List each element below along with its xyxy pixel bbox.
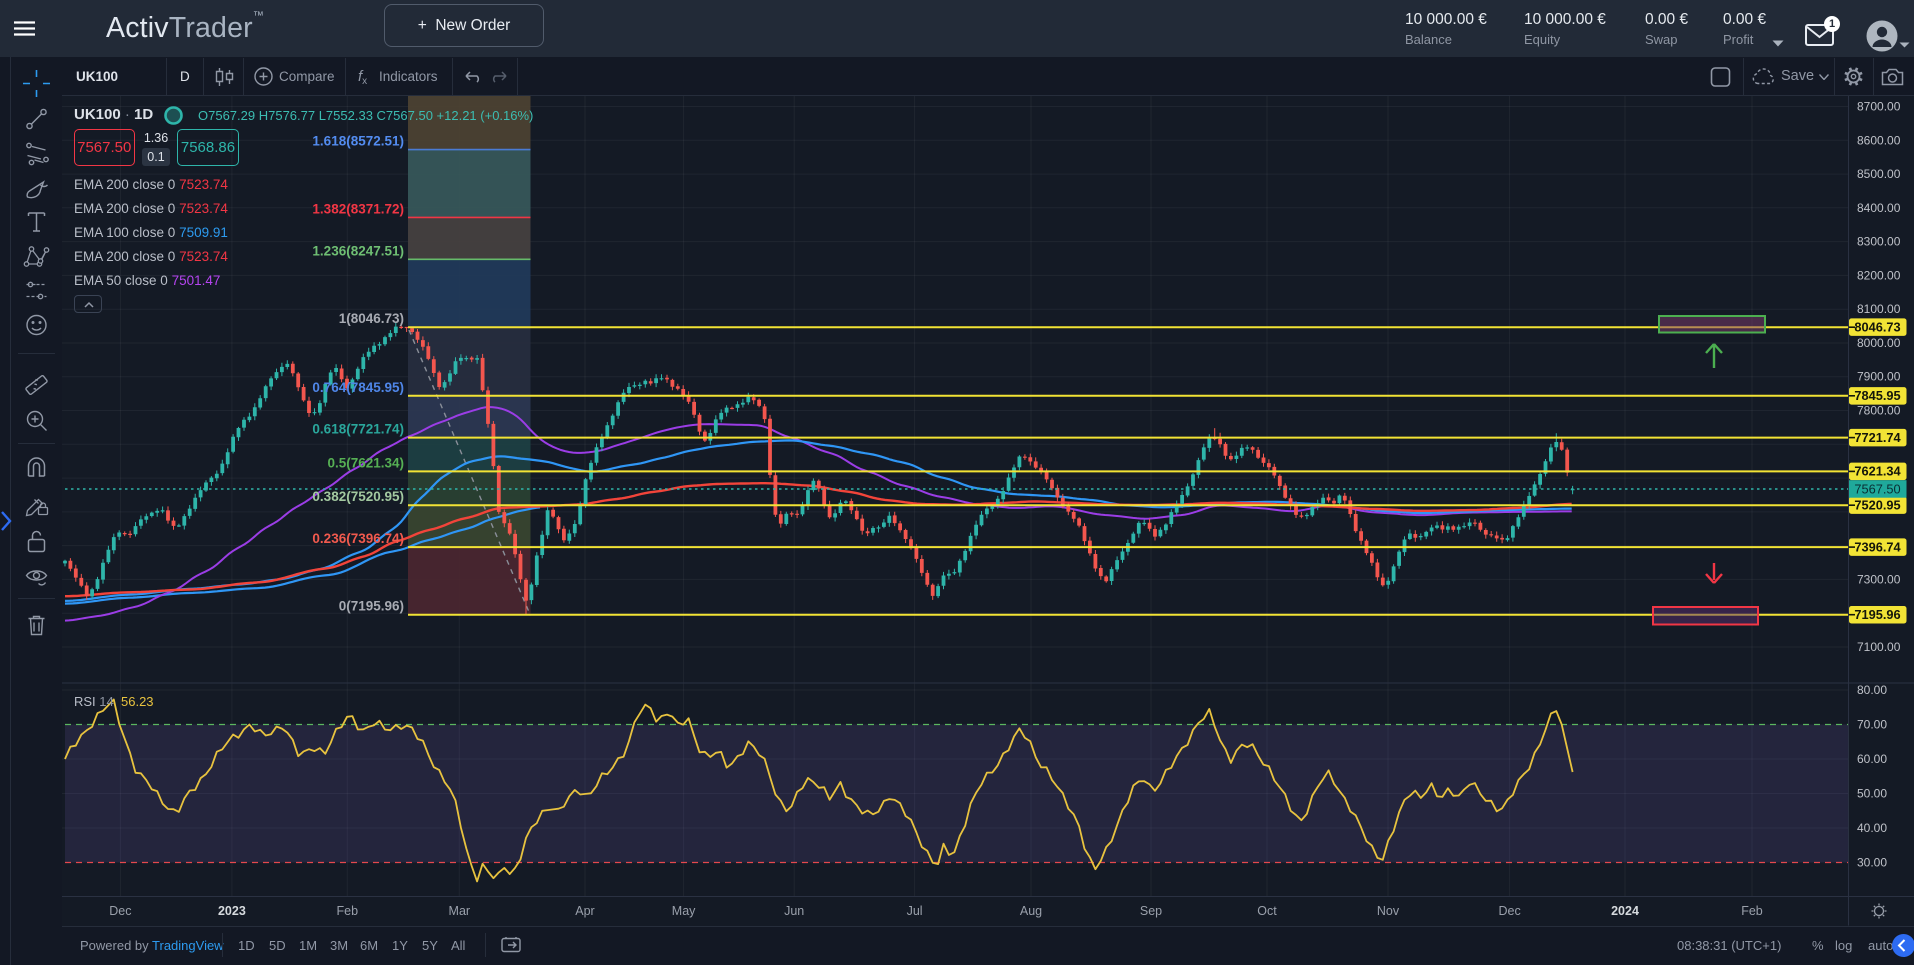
svg-text:8600.00: 8600.00 (1857, 133, 1901, 147)
svg-text:7100.00: 7100.00 (1857, 640, 1901, 654)
svg-text:1(8046.73): 1(8046.73) (339, 311, 404, 326)
svg-text:1.236(8247.51): 1.236(8247.51) (312, 243, 404, 258)
svg-text:May: May (672, 904, 696, 918)
svg-text:40.00: 40.00 (1857, 821, 1887, 835)
svg-text:1.618(8572.51): 1.618(8572.51) (312, 134, 404, 149)
svg-text:8100.00: 8100.00 (1857, 302, 1901, 316)
svg-text:0.764(7845.95): 0.764(7845.95) (312, 380, 404, 395)
svg-text:8700.00: 8700.00 (1857, 100, 1901, 114)
svg-text:2023: 2023 (218, 904, 246, 918)
svg-text:Aug: Aug (1020, 904, 1042, 918)
svg-text:Feb: Feb (1741, 904, 1763, 918)
svg-text:7520.95: 7520.95 (1854, 498, 1900, 513)
svg-text:30.00: 30.00 (1857, 856, 1887, 870)
svg-text:8046.73: 8046.73 (1854, 320, 1900, 335)
svg-text:7845.95: 7845.95 (1854, 388, 1900, 403)
svg-text:Sep: Sep (1140, 904, 1162, 918)
svg-text:60.00: 60.00 (1857, 752, 1887, 766)
svg-text:7621.34: 7621.34 (1854, 464, 1901, 479)
svg-text:70.00: 70.00 (1857, 718, 1887, 732)
svg-text:7800.00: 7800.00 (1857, 404, 1901, 418)
svg-text:8500.00: 8500.00 (1857, 167, 1901, 181)
svg-text:0(7195.96): 0(7195.96) (339, 599, 404, 614)
svg-text:Jul: Jul (907, 904, 923, 918)
svg-text:0.236(7396.74): 0.236(7396.74) (312, 531, 404, 546)
svg-text:7567.50: 7567.50 (1854, 481, 1900, 496)
svg-text:1.382(8371.72): 1.382(8371.72) (312, 201, 404, 216)
svg-text:7900.00: 7900.00 (1857, 370, 1901, 384)
svg-text:80.00: 80.00 (1857, 683, 1887, 697)
svg-text:0.382(7520.95): 0.382(7520.95) (312, 489, 404, 504)
svg-text:Dec: Dec (1498, 904, 1520, 918)
svg-text:50.00: 50.00 (1857, 787, 1887, 801)
svg-text:Jun: Jun (784, 904, 804, 918)
svg-text:0.618(7721.74): 0.618(7721.74) (312, 422, 404, 437)
svg-text:7300.00: 7300.00 (1857, 572, 1901, 586)
svg-text:8300.00: 8300.00 (1857, 235, 1901, 249)
svg-text:8000.00: 8000.00 (1857, 336, 1901, 350)
svg-text:7721.74: 7721.74 (1854, 430, 1901, 445)
svg-text:Dec: Dec (109, 904, 131, 918)
svg-text:7195.96: 7195.96 (1854, 607, 1900, 622)
svg-text:Feb: Feb (337, 904, 359, 918)
svg-text:8400.00: 8400.00 (1857, 201, 1901, 215)
svg-text:Nov: Nov (1377, 904, 1400, 918)
svg-text:2024: 2024 (1611, 904, 1639, 918)
svg-text:0.5(7621.34): 0.5(7621.34) (327, 455, 404, 470)
svg-text:Mar: Mar (449, 904, 471, 918)
svg-text:Oct: Oct (1257, 904, 1277, 918)
svg-text:8200.00: 8200.00 (1857, 268, 1901, 282)
svg-text:Apr: Apr (575, 904, 594, 918)
svg-text:7396.74: 7396.74 (1854, 539, 1901, 554)
